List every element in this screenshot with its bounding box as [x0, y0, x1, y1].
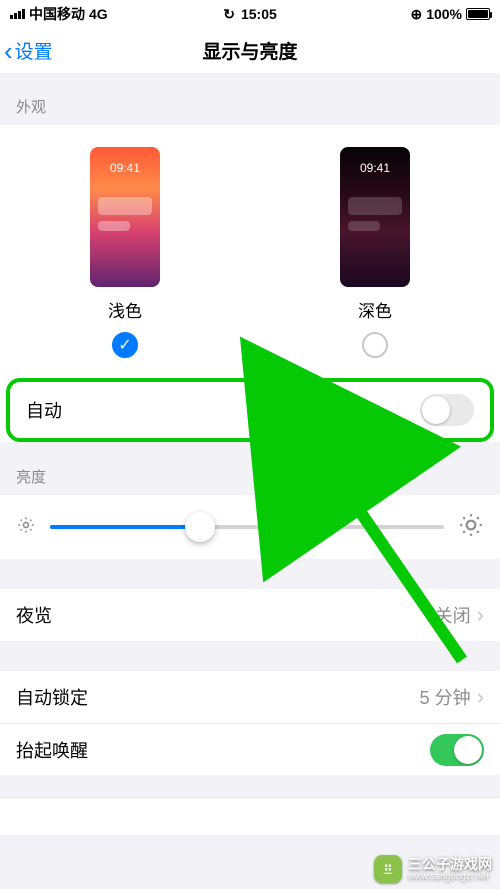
appearance-option-dark[interactable]: 09:41 深色	[340, 147, 410, 358]
appearance-option-light[interactable]: 09:41 浅色 ✓	[90, 147, 160, 358]
row-truncated	[0, 797, 500, 835]
network-label: 4G	[89, 6, 108, 22]
sun-high-icon	[458, 512, 484, 543]
light-theme-label: 浅色	[108, 297, 142, 322]
annotation-highlight-box: 自动	[6, 378, 494, 442]
watermark-url: www.sangongzi.net	[408, 872, 492, 881]
row-auto-appearance[interactable]: 自动	[10, 382, 490, 438]
brightness-slider-thumb[interactable]	[185, 512, 215, 542]
dark-theme-radio[interactable]	[362, 332, 388, 358]
chevron-left-icon: ‹	[4, 38, 13, 64]
watermark: 三公子游戏网 www.sangongzi.net	[374, 855, 492, 883]
battery-icon	[466, 8, 490, 20]
back-button[interactable]: ‹ 设置	[4, 37, 53, 64]
auto-appearance-toggle[interactable]	[420, 394, 474, 426]
sync-icon: ↻	[223, 6, 235, 23]
chevron-right-icon: ›	[477, 684, 484, 710]
battery-pct: 100%	[426, 6, 462, 22]
auto-lock-value: 5 分钟	[420, 684, 471, 710]
night-shift-label: 夜览	[16, 602, 52, 628]
row-night-shift[interactable]: 夜览 关闭 ›	[0, 589, 500, 641]
row-auto-lock[interactable]: 自动锁定 5 分钟 ›	[0, 671, 500, 723]
light-theme-preview: 09:41	[90, 147, 160, 287]
status-bar: 中国移动 4G ↻ 15:05 ⊕ 100%	[0, 0, 500, 28]
auto-appearance-label: 自动	[26, 397, 62, 423]
dark-theme-preview: 09:41	[340, 147, 410, 287]
chevron-right-icon: ›	[477, 602, 484, 628]
auto-lock-label: 自动锁定	[16, 684, 88, 710]
night-shift-value: 关闭	[435, 602, 471, 628]
watermark-logo-icon	[374, 855, 402, 883]
carrier-label: 中国移动	[29, 4, 85, 24]
signal-icon	[10, 9, 25, 19]
raise-to-wake-label: 抬起唤醒	[16, 737, 88, 763]
back-label: 设置	[15, 37, 53, 64]
nav-bar: ‹ 设置 显示与亮度	[0, 28, 500, 74]
row-raise-to-wake[interactable]: 抬起唤醒	[0, 723, 500, 775]
light-theme-radio[interactable]: ✓	[112, 332, 138, 358]
clock-label: 15:05	[241, 6, 277, 22]
watermark-brand: 三公子游戏网	[408, 857, 492, 872]
page-title: 显示与亮度	[202, 37, 297, 64]
section-header-appearance: 外观	[0, 74, 500, 125]
brightness-slider-row	[0, 495, 500, 559]
rotation-lock-icon: ⊕	[410, 6, 422, 23]
sun-low-icon	[16, 515, 36, 540]
raise-to-wake-toggle[interactable]	[430, 734, 484, 766]
brightness-slider[interactable]	[50, 525, 444, 529]
dark-theme-label: 深色	[358, 297, 392, 322]
section-header-brightness: 亮度	[0, 452, 500, 495]
